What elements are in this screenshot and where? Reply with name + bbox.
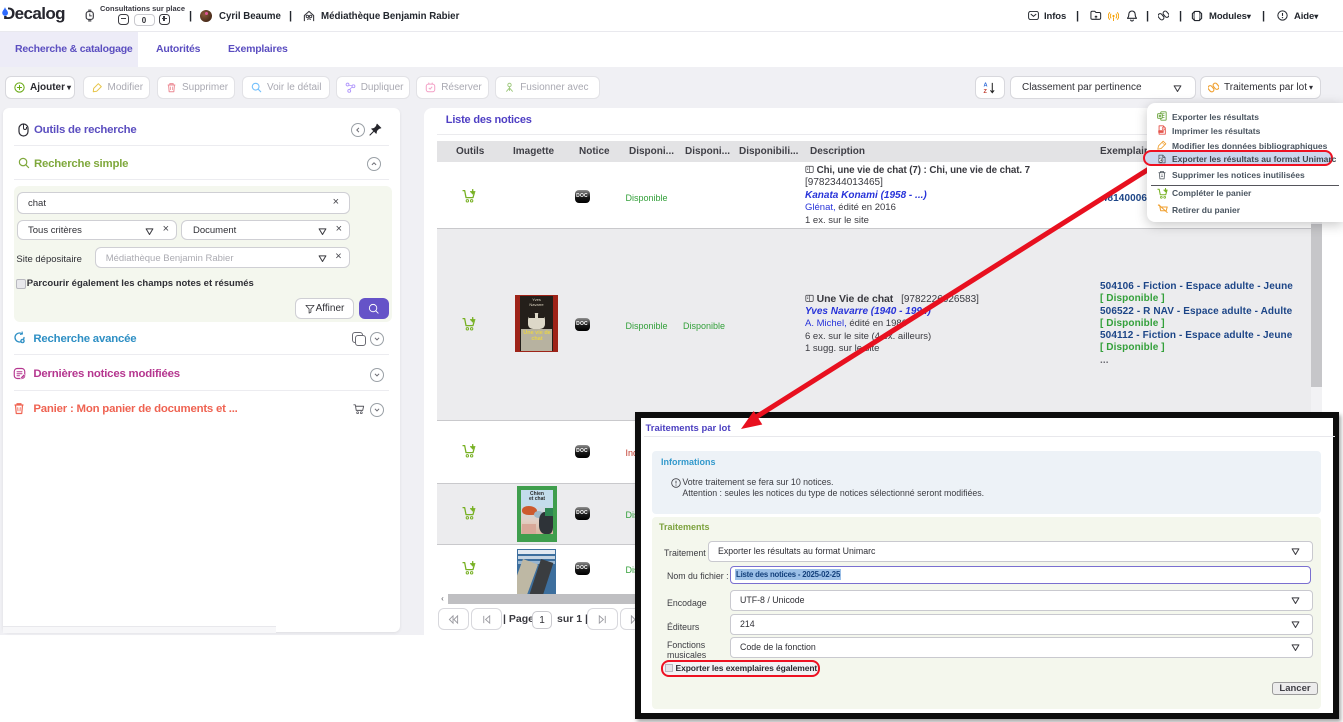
svg-text:Z: Z [984, 89, 988, 95]
svg-text:A: A [984, 82, 988, 88]
